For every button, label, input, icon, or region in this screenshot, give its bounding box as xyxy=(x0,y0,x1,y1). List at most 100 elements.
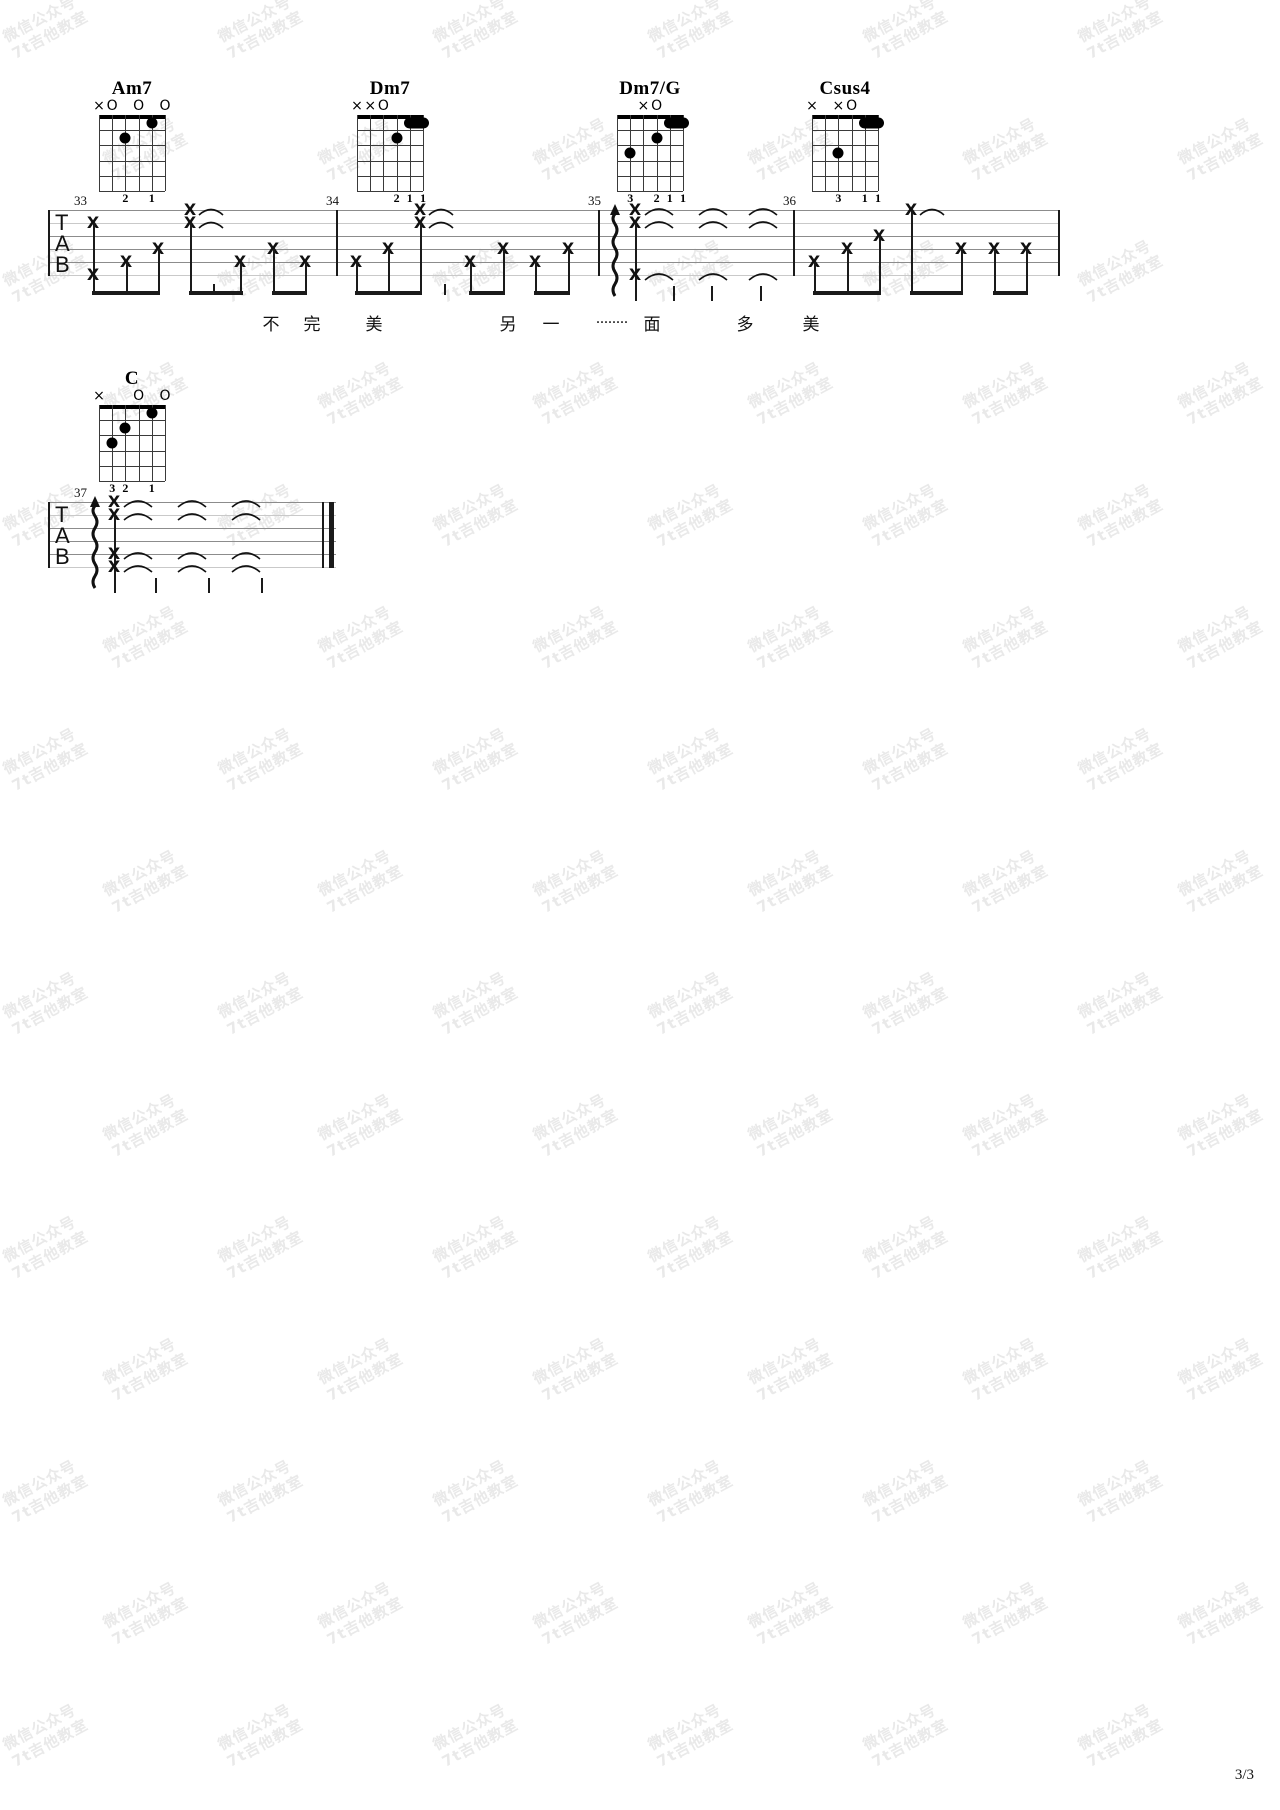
note-stem xyxy=(503,249,505,295)
slur-arc xyxy=(748,269,778,287)
lyric-syllable: 多 xyxy=(736,315,754,335)
beam-tick xyxy=(261,578,263,593)
muted-string-icon: × xyxy=(637,98,650,114)
muted-string-icon: × xyxy=(364,98,377,114)
beam-tick xyxy=(155,578,157,593)
muted-string-icon: × xyxy=(351,98,363,114)
lyric-syllable: 一 xyxy=(542,315,560,335)
tab-clef-a: A xyxy=(55,231,70,256)
fretboard-string-line xyxy=(370,115,372,191)
page-number: 3/3 xyxy=(1234,1767,1254,1783)
fretboard-string-line xyxy=(396,115,398,191)
fretboard-string-line xyxy=(383,115,385,191)
fretboard-fret-line xyxy=(99,160,165,162)
note-stem xyxy=(568,249,570,295)
open-string-markers: × × O xyxy=(785,99,905,115)
fretboard-grid xyxy=(99,405,167,483)
fretboard-fret-line xyxy=(812,145,878,147)
fretboard-fret-line xyxy=(99,465,165,467)
fretboard-string-line xyxy=(138,405,140,481)
note-stem xyxy=(994,249,996,295)
lyric-syllable: 美 xyxy=(365,315,383,335)
tab-clef: T A B xyxy=(55,212,70,276)
finger-number: 2 xyxy=(122,481,129,495)
lyric-syllable: 不 xyxy=(262,315,280,335)
open-string-markers: × O xyxy=(590,98,710,115)
tab-system-1: T A B 33 34 35 36 X X X X X X X X xyxy=(48,193,1060,301)
muted-string-icon: × xyxy=(93,98,105,114)
chord-name: C xyxy=(124,368,140,389)
note-stem xyxy=(273,249,275,295)
slur-arc xyxy=(177,509,207,527)
chord-finger-dot xyxy=(119,422,131,434)
open-string-markers: × O O O xyxy=(72,98,192,115)
slur-arc xyxy=(698,269,728,287)
fretboard-string-line xyxy=(99,405,101,481)
chord-finger-dot xyxy=(106,437,118,449)
note-beam xyxy=(92,291,160,295)
sheet-music-page: Am7 × O O O 2 1 Dm7 × × O 2 1 1 Dm7/G × O 3 2 1 1 Csus4 × × O 3 1 1… xyxy=(0,0,1280,1810)
note-beam xyxy=(993,291,1027,295)
slur-arc xyxy=(231,509,261,527)
open-string-icon: O xyxy=(106,98,118,114)
fretboard-string-line xyxy=(825,115,827,191)
chord-barre xyxy=(663,117,689,129)
fretboard-string-line xyxy=(112,115,114,191)
open-string-icon: O xyxy=(133,388,145,404)
x-note: X xyxy=(107,557,121,576)
chord-barre xyxy=(858,117,884,129)
fretboard-string-line xyxy=(617,115,619,191)
fretboard-fret-line xyxy=(617,130,683,132)
finger-number: 1 xyxy=(680,191,686,205)
fretboard-fret-line xyxy=(812,160,878,162)
slur-arc xyxy=(198,217,224,235)
slur-arc xyxy=(919,204,945,222)
fretboard-fret-line xyxy=(99,130,165,132)
tab-clef-t: T xyxy=(55,502,69,527)
chord-diagram-dm7-g: Dm7/G × O 3 2 1 1 xyxy=(590,78,710,207)
chord-diagram-am7: Am7 × O O O 2 1 xyxy=(72,78,192,207)
note-stem xyxy=(879,236,881,295)
fretboard-fret-line xyxy=(812,175,878,177)
lyrics-row-system-1: 不 完 美 另 一........ 面 多 美 xyxy=(0,310,1280,336)
fretboard-string-line xyxy=(357,115,359,191)
fretboard-fret-line xyxy=(617,160,683,162)
tab-system-2: T A B 37 X X X X xyxy=(48,485,336,593)
fretboard-string-line xyxy=(125,405,127,481)
note-stem xyxy=(190,223,192,295)
note-beam xyxy=(355,291,421,295)
staff-line-4 xyxy=(48,249,1060,250)
note-stem xyxy=(388,249,390,295)
fretboard-grid xyxy=(357,115,429,193)
finger-number: 3 xyxy=(835,191,842,205)
note-stem xyxy=(847,249,849,295)
system-start-barline xyxy=(48,502,50,568)
chord-name: Csus4 xyxy=(819,78,871,99)
open-string-icon: O xyxy=(651,98,663,114)
lyric-syllable: 另 xyxy=(499,315,517,335)
chord-diagram-c: C × O O 3 2 1 xyxy=(72,368,192,497)
x-note: X xyxy=(86,265,100,284)
open-string-icon: O xyxy=(159,388,171,404)
barline-35 xyxy=(598,210,600,276)
slur-arc xyxy=(644,269,674,287)
fretboard-string-line xyxy=(851,115,853,191)
chord-finger-dot xyxy=(651,132,663,144)
open-string-icon: O xyxy=(159,98,171,114)
final-barline-thick xyxy=(329,502,334,568)
fretboard-fret-line xyxy=(357,145,423,147)
beam-tick xyxy=(213,284,215,295)
measure-number-37: 37 xyxy=(74,485,87,500)
chord-finger-dot xyxy=(119,132,131,144)
beam-tick xyxy=(635,286,637,301)
note-beam xyxy=(469,291,503,295)
chord-diagram-csus4: Csus4 × × O 3 1 1 xyxy=(785,78,905,207)
fretboard-fret-line xyxy=(617,175,683,177)
chord-barre xyxy=(403,117,429,129)
fretboard-grid xyxy=(812,115,884,193)
measure-number-35: 35 xyxy=(588,193,601,208)
fretboard-fret-line xyxy=(99,175,165,177)
finger-numbers: 321 xyxy=(72,481,192,497)
barline-36 xyxy=(793,210,795,276)
note-stem xyxy=(635,223,637,295)
